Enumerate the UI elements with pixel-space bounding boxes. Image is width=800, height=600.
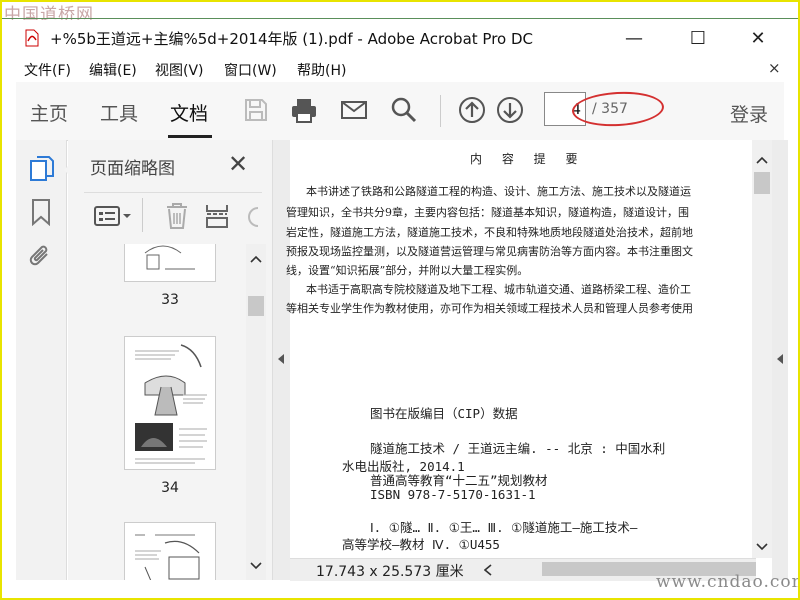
image-border [0, 0, 800, 600]
